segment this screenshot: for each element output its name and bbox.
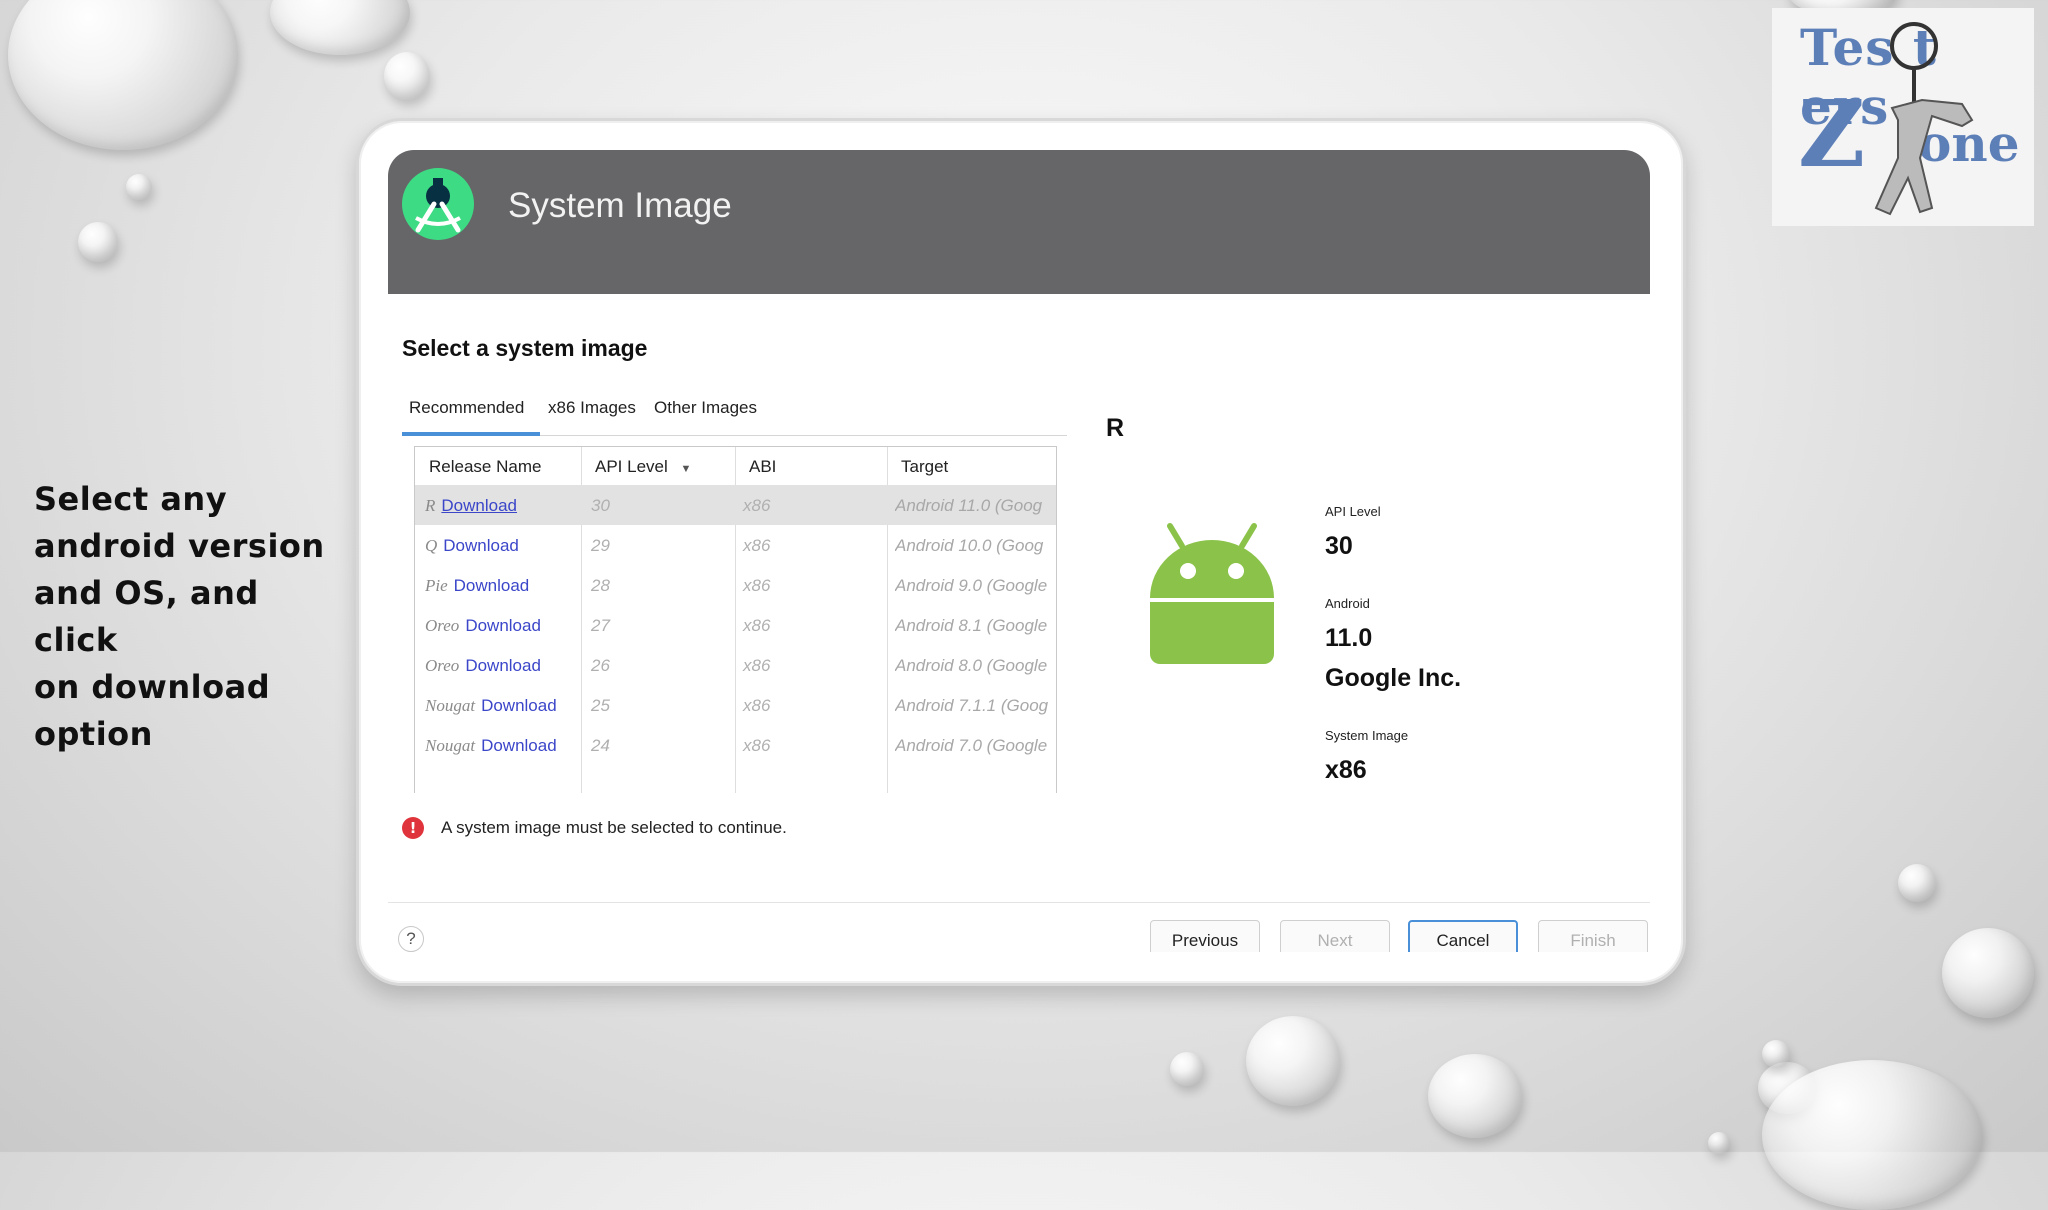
api-level-label: API Level: [1325, 504, 1381, 519]
api-level-cell: 26: [591, 656, 610, 675]
android-label: Android: [1325, 596, 1370, 611]
release-name: Nougat: [425, 736, 476, 755]
release-name: R: [425, 496, 436, 515]
target-cell: Android 11.0 (Goog: [895, 496, 1043, 515]
target-cell: Android 8.1 (Google: [895, 616, 1048, 635]
system-image-label: System Image: [1325, 728, 1409, 743]
error-message: A system image must be selected to conti…: [441, 818, 787, 837]
table-row[interactable]: Oreo Download 26 x86 Android 8.0 (Google: [415, 645, 1056, 685]
release-name: Oreo: [425, 616, 460, 635]
api-level-cell: 27: [591, 616, 610, 635]
download-link[interactable]: Download: [465, 656, 541, 675]
slide-caption: Select any android version and OS, and c…: [34, 476, 334, 758]
table-row[interactable]: Pie Download 28 x86 Android 9.0 (Google: [415, 565, 1056, 605]
water-drop: [1942, 928, 2034, 1018]
vendor-value: Google Inc.: [1325, 664, 1462, 692]
release-name: Q: [425, 536, 438, 555]
help-button[interactable]: ?: [398, 926, 424, 952]
table-row[interactable]: Nougat Download 25 x86 Android 7.1.1 (Goo…: [415, 685, 1056, 725]
release-name: Pie: [425, 576, 448, 595]
api-level-cell: 28: [591, 576, 610, 595]
testers-zone-logo: Tes t ers Z one: [1772, 8, 2034, 226]
target-cell: Android 7.0 (Google: [895, 736, 1048, 755]
water-drop: [1170, 1052, 1204, 1086]
column-header-release-name[interactable]: Release Name: [429, 457, 541, 477]
footer-divider: [388, 902, 1650, 903]
download-link[interactable]: Download: [481, 736, 557, 755]
target-cell: Android 10.0 (Goog: [895, 536, 1044, 555]
column-header-abi[interactable]: ABI: [749, 457, 776, 477]
frame-bottom-edge: [388, 952, 1650, 972]
android-version-value: 11.0: [1325, 624, 1373, 652]
water-drop: [1762, 1040, 1790, 1068]
system-image-value: x86: [1325, 756, 1367, 784]
download-link[interactable]: Download: [465, 616, 541, 635]
table-row[interactable]: Nougat Download 24 x86 Android 7.0 (Googl…: [415, 725, 1056, 765]
water-drop: [270, 0, 410, 55]
api-level-cell: 30: [591, 496, 610, 515]
water-drop: [1428, 1054, 1522, 1138]
selected-release-letter: R: [1106, 414, 1125, 442]
target-cell: Android 7.1.1 (Goog: [895, 696, 1049, 715]
abi-cell: x86: [743, 656, 771, 675]
tab-other-images[interactable]: Other Images: [654, 398, 757, 418]
caption-line: and OS, and click: [34, 574, 259, 659]
release-name-cell: Pie Download: [425, 576, 529, 596]
caption-line: android version: [34, 527, 325, 565]
table-row[interactable]: Q Download 29 x86 Android 10.0 (Goog: [415, 525, 1056, 565]
abi-cell: x86: [743, 616, 771, 635]
table-row[interactable]: R Download 30 x86 Android 11.0 (Goog: [415, 485, 1056, 525]
android-studio-logo-icon: [402, 168, 474, 240]
release-name-cell: Q Download: [425, 536, 519, 556]
magnifier-figure-icon: [1874, 22, 1974, 216]
release-name-cell: Oreo Download: [425, 616, 541, 636]
release-name-cell: Oreo Download: [425, 656, 541, 676]
water-drop: [78, 222, 118, 262]
target-cell: Android 8.0 (Google: [895, 656, 1048, 675]
tab-x86-images[interactable]: x86 Images: [548, 398, 636, 418]
download-link[interactable]: Download: [443, 536, 519, 555]
error-icon: !: [402, 817, 424, 839]
abi-cell: x86: [743, 536, 771, 555]
release-name: Oreo: [425, 656, 460, 675]
release-name-cell: Nougat Download: [425, 736, 557, 756]
api-level-cell: 24: [591, 736, 610, 755]
active-tab-indicator: [402, 432, 540, 436]
api-level-value: 30: [1325, 532, 1353, 560]
column-header-target[interactable]: Target: [901, 457, 948, 477]
download-link[interactable]: Download: [481, 696, 557, 715]
abi-cell: x86: [743, 496, 771, 515]
target-cell: Android 9.0 (Google: [895, 576, 1048, 595]
api-level-cell: 25: [591, 696, 610, 715]
release-name: Nougat: [425, 696, 476, 715]
water-drop: [8, 0, 238, 150]
table-row[interactable]: Oreo Download 27 x86 Android 8.1 (Google: [415, 605, 1056, 645]
water-drop: [384, 52, 430, 100]
water-drop: [1246, 1016, 1340, 1106]
android-robot-icon: [1150, 523, 1274, 664]
water-drop: [1708, 1132, 1730, 1154]
water-drop: [1898, 864, 1936, 902]
abi-cell: x86: [743, 576, 771, 595]
section-title: Select a system image: [402, 335, 648, 361]
column-header-api-level[interactable]: API Level ▼: [595, 457, 691, 477]
water-drop: [126, 174, 152, 200]
abi-cell: x86: [743, 696, 771, 715]
caption-line: Select any: [34, 480, 228, 518]
water-drop: [1762, 1060, 1982, 1210]
sort-descending-icon: ▼: [680, 463, 692, 475]
caption-line: option: [34, 715, 153, 753]
column-header-api-level-label: API Level: [595, 457, 668, 476]
download-link[interactable]: Download: [441, 496, 517, 515]
download-link[interactable]: Download: [454, 576, 530, 595]
caption-line: on download: [34, 668, 271, 706]
dialog-title: System Image: [508, 186, 732, 225]
api-level-cell: 29: [591, 536, 610, 555]
release-name-cell: R Download: [425, 496, 517, 516]
tab-recommended[interactable]: Recommended: [409, 398, 524, 418]
system-image-table: Release Name API Level ▼ ABI Target R Dow…: [414, 446, 1057, 793]
release-name-cell: Nougat Download: [425, 696, 557, 716]
abi-cell: x86: [743, 736, 771, 755]
